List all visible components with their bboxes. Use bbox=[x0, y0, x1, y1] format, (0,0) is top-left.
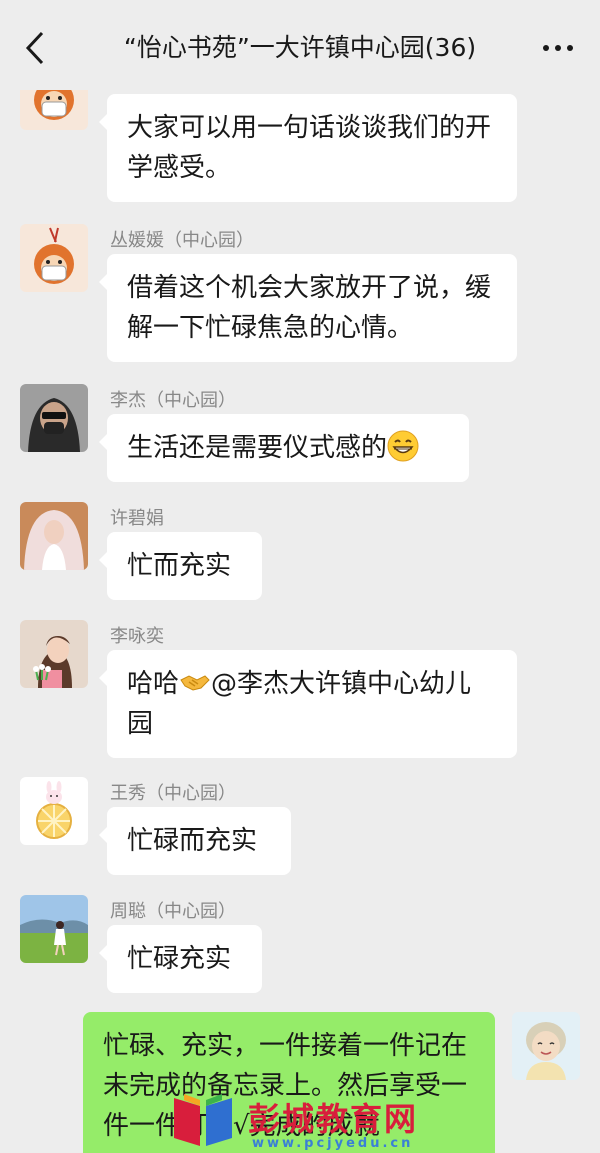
book-logo-icon bbox=[174, 1094, 232, 1146]
girl-meadow-avatar[interactable] bbox=[20, 895, 88, 963]
masked-person-avatar[interactable] bbox=[20, 384, 88, 452]
girl-flowers-avatar[interactable] bbox=[20, 620, 88, 688]
message-bubble[interactable]: 借着这个机会大家放开了说，缓解一下忙碌焦急的心情。 bbox=[99, 254, 517, 362]
site-watermark: 彭城教育网 www.pcjyedu.cn bbox=[168, 1090, 468, 1153]
sender-name: 李杰（中心园） bbox=[110, 390, 236, 411]
chevron-left-icon bbox=[25, 31, 44, 65]
bunny-lemon-avatar[interactable] bbox=[20, 777, 88, 845]
sender-name: 李咏奕 bbox=[110, 626, 164, 647]
message-bubble[interactable]: 大家可以用一句话谈谈我们的开学感受。 bbox=[99, 94, 517, 202]
message-bubble[interactable]: 忙碌而充实 bbox=[99, 807, 291, 875]
chat-title: “怡心书苑”一大许镇中心园(36) bbox=[123, 33, 477, 62]
watermark-url: www.pcjyedu.cn bbox=[252, 1136, 414, 1151]
chat-header: “怡心书苑”一大许镇中心园(36) bbox=[0, 0, 600, 90]
message-bubble[interactable]: 忙碌充实 bbox=[99, 925, 262, 993]
message-bubble[interactable]: 哈哈 @李杰大许镇中心幼儿园 bbox=[99, 650, 517, 758]
cartoon-old-lady-avatar[interactable] bbox=[512, 1012, 580, 1080]
watermark-title: 彭城教育网 bbox=[248, 1100, 419, 1138]
message-text: 哈哈 bbox=[127, 669, 180, 699]
monkey-mask-avatar[interactable] bbox=[20, 224, 88, 292]
sender-name: 王秀（中心园） bbox=[110, 783, 236, 804]
sender-name: 许碧娟 bbox=[110, 508, 164, 529]
message-bubble[interactable]: 生活还是需要仪式感的 bbox=[99, 414, 469, 482]
message-bubble[interactable]: 忙而充实 bbox=[99, 532, 262, 600]
grinning-face-emoji bbox=[387, 430, 419, 462]
bride-veil-avatar[interactable] bbox=[20, 502, 88, 570]
message-text: 生活还是需要仪式感的 bbox=[127, 433, 388, 463]
sender-name: 周聪（中心园） bbox=[110, 901, 236, 922]
handshake-emoji bbox=[180, 675, 210, 691]
more-button[interactable] bbox=[538, 30, 578, 66]
more-dots-icon bbox=[543, 45, 573, 51]
sender-name: 丛媛媛（中心园） bbox=[110, 230, 254, 251]
back-button[interactable] bbox=[18, 28, 52, 68]
